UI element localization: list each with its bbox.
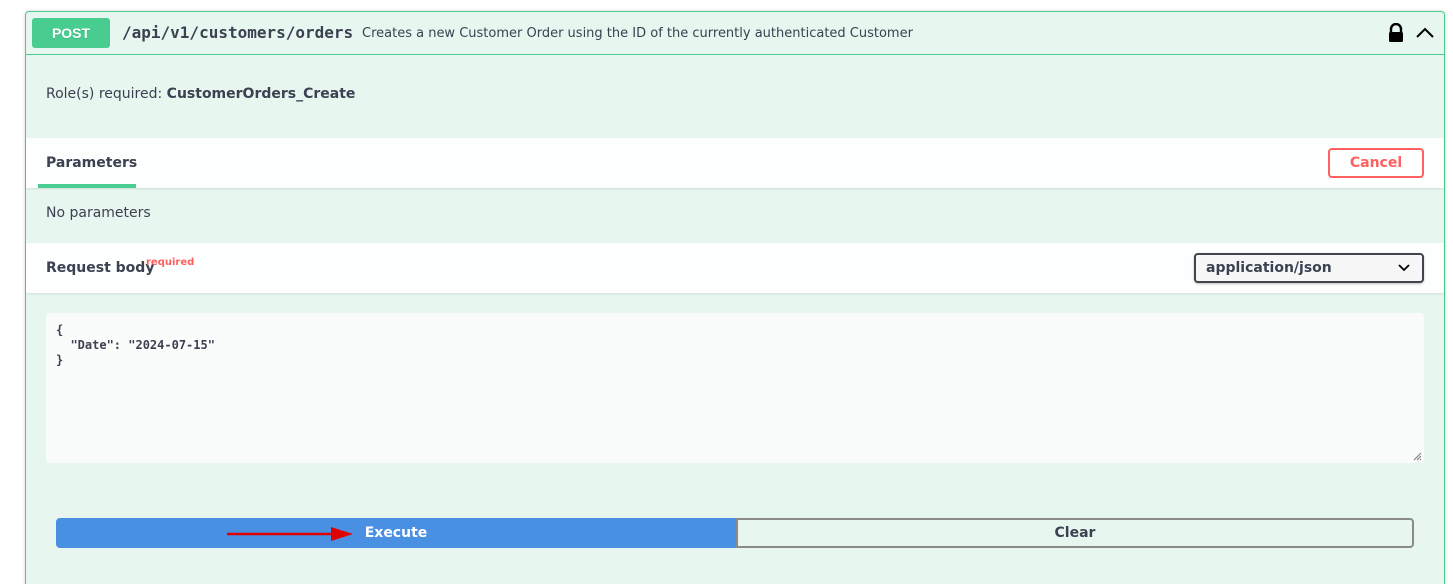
content-type-select[interactable]: application/json <box>1194 253 1424 283</box>
roles-required: Role(s) required: CustomerOrders_Create <box>46 86 355 102</box>
roles-value: CustomerOrders_Create <box>166 86 356 102</box>
required-label: required <box>146 257 195 268</box>
operation-block: POST /api/v1/customers/orders Creates a … <box>25 11 1445 584</box>
request-body-title: Request body <box>46 260 155 276</box>
roles-label: Role(s) required: <box>46 86 163 102</box>
request-body-editor[interactable]: { "Date": "2024-07-15" } <box>46 313 1424 463</box>
execute-label: Execute <box>364 525 428 541</box>
operation-description: Creates a new Customer Order using the I… <box>362 26 913 41</box>
content-type-value: application/json <box>1206 260 1332 276</box>
request-body-header: Request body required application/json <box>26 243 1444 293</box>
action-buttons: Execute Clear <box>56 518 1414 548</box>
tab-parameters[interactable]: Parameters <box>38 138 145 188</box>
chevron-down-icon <box>1398 264 1410 272</box>
operation-summary[interactable]: POST /api/v1/customers/orders Creates a … <box>26 12 1444 55</box>
chevron-up-icon[interactable] <box>1414 25 1436 41</box>
cancel-button[interactable]: Cancel <box>1328 148 1424 178</box>
annotation-arrow-icon <box>227 527 353 541</box>
execute-button[interactable]: Execute <box>56 518 736 548</box>
parameters-header: Parameters Cancel <box>26 138 1444 188</box>
lock-icon[interactable] <box>1387 23 1405 43</box>
endpoint-path: /api/v1/customers/orders <box>122 23 354 42</box>
resize-handle-icon[interactable] <box>1412 451 1422 461</box>
clear-button[interactable]: Clear <box>736 518 1414 548</box>
no-parameters-text: No parameters <box>46 205 151 221</box>
tab-active-indicator <box>38 184 136 188</box>
method-badge: POST <box>32 18 110 48</box>
